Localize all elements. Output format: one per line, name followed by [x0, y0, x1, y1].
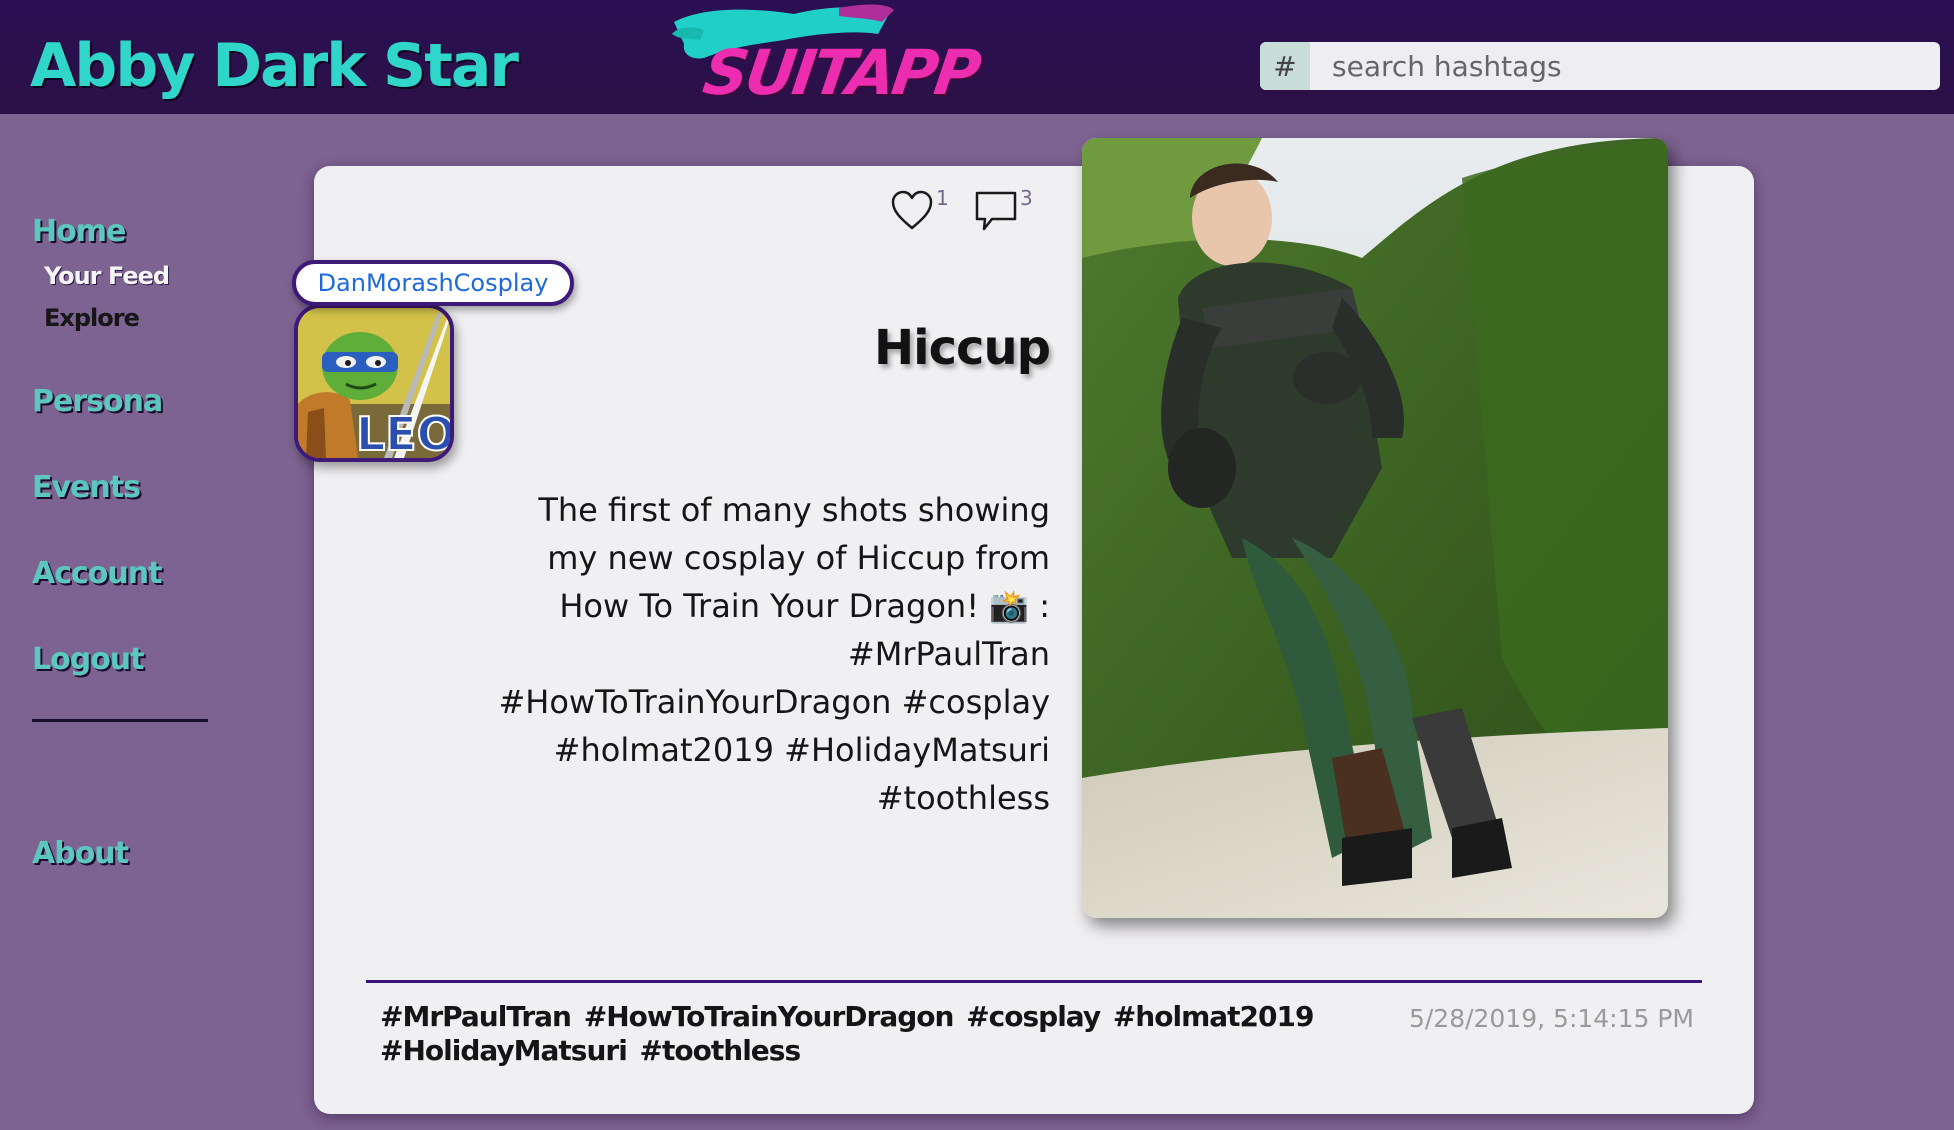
search-input[interactable]: [1310, 42, 1940, 90]
post-timestamp: 5/28/2019, 5:14:15 PM: [1408, 1004, 1694, 1033]
post-photo-image: [1082, 138, 1668, 918]
post-photo[interactable]: [1082, 138, 1668, 918]
sidebar-item-your-feed[interactable]: Your Feed: [44, 262, 170, 290]
speech-bubble-icon: [975, 191, 1017, 231]
sidebar-item-about[interactable]: About: [32, 836, 129, 871]
like-button[interactable]: 1: [890, 186, 949, 232]
avatar[interactable]: LEO: [294, 304, 454, 462]
sidebar-item-explore[interactable]: Explore: [44, 304, 140, 332]
comment-count: 3: [1020, 186, 1033, 210]
author-avatar-image: LEO: [298, 308, 450, 458]
post-body: The first of many shots showing my new c…: [498, 491, 1050, 817]
heart-icon: [891, 190, 933, 230]
sidebar-item-persona[interactable]: Persona: [32, 384, 163, 419]
like-count: 1: [936, 186, 949, 210]
post-hashtags[interactable]: #MrPaulTran #HowToTrainYourDragon #cospl…: [380, 1000, 1320, 1068]
post-title: Hiccup: [873, 320, 1051, 376]
search-bar: #: [1260, 42, 1940, 90]
post-author-link[interactable]: DanMorashCosplay: [292, 260, 574, 306]
suitapp-logo[interactable]: SUITAPP: [664, 0, 983, 112]
comment-button[interactable]: 3: [974, 186, 1033, 234]
avatar-text: LEO: [356, 407, 450, 458]
hash-icon: #: [1260, 42, 1310, 90]
app-header: Abby Dark Star SUITAPP #: [0, 0, 1954, 114]
sidebar-item-home[interactable]: Home: [32, 214, 126, 249]
sidebar-item-events[interactable]: Events: [32, 470, 141, 505]
header-user-name[interactable]: Abby Dark Star: [30, 22, 519, 110]
sidebar-nav: Home Your Feed Explore Persona Events Ac…: [0, 114, 240, 1130]
sidebar-divider: [32, 719, 208, 722]
sidebar-item-logout[interactable]: Logout: [32, 642, 145, 677]
sidebar-item-account[interactable]: Account: [32, 556, 162, 591]
post-footer-divider: [366, 980, 1702, 983]
logo-text: SUITAPP: [698, 36, 983, 109]
